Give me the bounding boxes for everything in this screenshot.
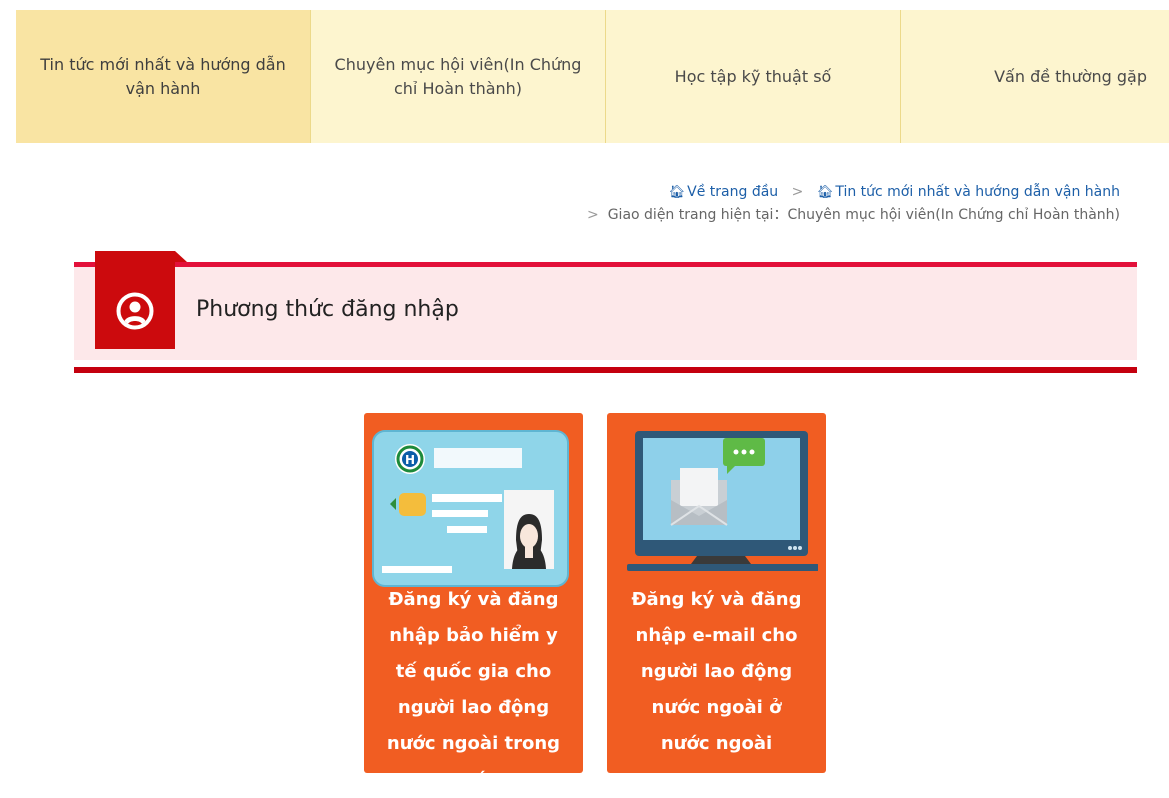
breadcrumb-news-link[interactable]: Tin tức mới nhất và hướng dẫn vận hành — [835, 184, 1120, 200]
nav-item-digital-learning[interactable]: Học tập kỹ thuật số — [606, 10, 901, 143]
card-email-login[interactable]: Đăng ký và đăng nhập e-mail cho người la… — [607, 413, 826, 773]
nav-item-member[interactable]: Chuyên mục hội viên(In Chứng chỉ Hoàn th… — [311, 10, 606, 143]
breadcrumb-current: Chuyên mục hội viên(In Chứng chỉ Hoàn th… — [787, 207, 1120, 223]
main-nav: Tin tức mới nhất và hướng dẫn vận hành C… — [16, 10, 1169, 143]
nav-item-news[interactable]: Tin tức mới nhất và hướng dẫn vận hành — [16, 10, 311, 143]
breadcrumb-separator: > — [791, 184, 804, 200]
health-insurance-card-icon: H — [372, 430, 569, 587]
nav-item-label: Chuyên mục hội viên(In Chứng chỉ Hoàn th… — [334, 54, 582, 98]
user-circle-icon — [116, 292, 154, 330]
home-icon: 🏠︎ — [668, 185, 686, 200]
breadcrumb: 🏠︎ Về trang đầu > 🏠︎ Tin tức mới nhất và h… — [578, 181, 1120, 227]
computer-email-icon — [627, 431, 818, 571]
section-divider — [74, 367, 1137, 373]
nav-item-faq[interactable]: Vấn đề thường gặp — [901, 10, 1169, 143]
nav-item-label: Tin tức mới nhất và hướng dẫn vận hành — [40, 54, 286, 98]
breadcrumb-home-link[interactable]: Về trang đầu — [687, 184, 778, 200]
breadcrumb-separator: > — [586, 207, 599, 223]
section-title: Phương thức đăng nhập — [196, 297, 459, 322]
card-health-insurance-login[interactable]: H Đăng ký và đăng nhập bảo hiểm y tế quố… — [364, 413, 583, 790]
nav-item-label: Học tập kỹ thuật số — [674, 66, 832, 86]
home-icon: 🏠︎ — [816, 185, 834, 200]
nav-item-label: Vấn đề thường gặp — [994, 66, 1147, 86]
card-label: Đăng ký và đăng nhập bảo hiểm y tế quốc … — [386, 589, 561, 790]
svg-text:H: H — [405, 453, 415, 467]
breadcrumb-current-prefix: Giao diện trang hiện tại： — [607, 207, 788, 223]
card-label: Đăng ký và đăng nhập e-mail cho người la… — [631, 589, 802, 754]
